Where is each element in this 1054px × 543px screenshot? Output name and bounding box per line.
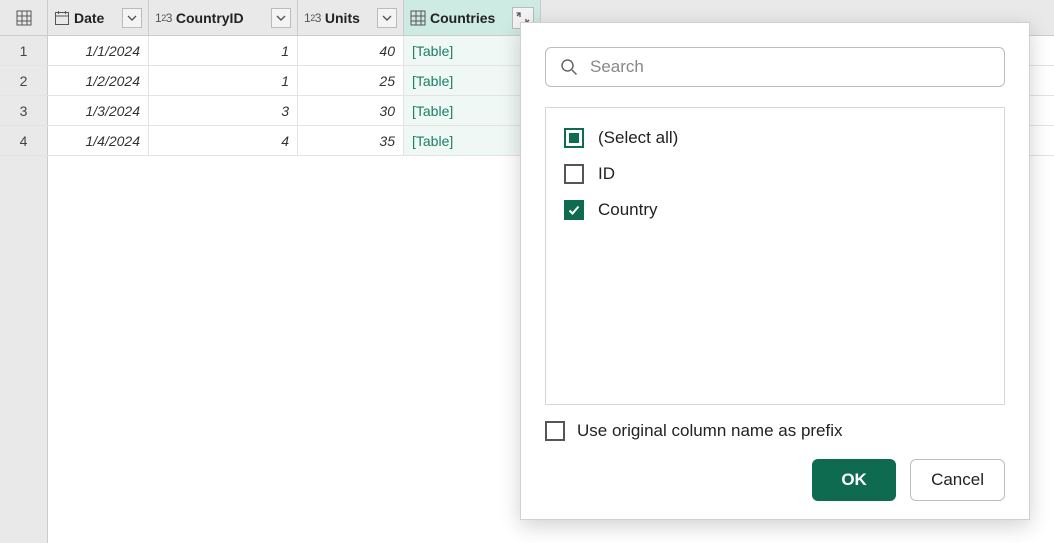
chevron-down-icon xyxy=(127,13,137,23)
option-label: Country xyxy=(598,200,658,220)
ok-button[interactable]: OK xyxy=(812,459,896,501)
expand-columns-popup: (Select all) ID Country Use original col… xyxy=(520,22,1030,520)
row-number[interactable]: 4 xyxy=(0,126,48,155)
number-type-icon: 123 xyxy=(304,11,321,25)
cell-countryid[interactable]: 4 xyxy=(149,126,298,155)
table-icon xyxy=(16,10,32,26)
prefix-option[interactable]: Use original column name as prefix xyxy=(545,421,1005,441)
option-country[interactable]: Country xyxy=(560,192,990,228)
column-filter-dropdown[interactable] xyxy=(377,8,397,28)
prefix-label: Use original column name as prefix xyxy=(577,421,843,441)
chevron-down-icon xyxy=(276,13,286,23)
checkbox-unchecked[interactable] xyxy=(564,164,584,184)
cell-countryid[interactable]: 1 xyxy=(149,66,298,95)
cell-countryid[interactable]: 1 xyxy=(149,36,298,65)
cell-units[interactable]: 35 xyxy=(298,126,404,155)
column-options-list: (Select all) ID Country xyxy=(545,107,1005,405)
dialog-buttons: OK Cancel xyxy=(545,459,1005,501)
column-header-date[interactable]: Date xyxy=(48,0,149,35)
checkbox-unchecked[interactable] xyxy=(545,421,565,441)
select-all-corner[interactable] xyxy=(0,0,48,35)
number-type-icon: 123 xyxy=(155,11,172,25)
column-header-countryid[interactable]: 123 CountryID xyxy=(149,0,298,35)
column-label: CountryID xyxy=(176,10,267,26)
cell-date[interactable]: 1/4/2024 xyxy=(48,126,149,155)
column-filter-dropdown[interactable] xyxy=(271,8,291,28)
cell-date[interactable]: 1/3/2024 xyxy=(48,96,149,125)
row-number[interactable]: 1 xyxy=(0,36,48,65)
check-icon xyxy=(567,203,581,217)
option-select-all[interactable]: (Select all) xyxy=(560,120,990,156)
cell-date[interactable]: 1/2/2024 xyxy=(48,66,149,95)
column-label: Units xyxy=(325,10,373,26)
row-number[interactable]: 3 xyxy=(0,96,48,125)
search-input[interactable] xyxy=(588,56,990,78)
cell-units[interactable]: 30 xyxy=(298,96,404,125)
row-header-gutter xyxy=(0,156,48,543)
option-label: ID xyxy=(598,164,615,184)
cell-date[interactable]: 1/1/2024 xyxy=(48,36,149,65)
cell-countryid[interactable]: 3 xyxy=(149,96,298,125)
checkbox-indeterminate[interactable] xyxy=(564,128,584,148)
row-number[interactable]: 2 xyxy=(0,66,48,95)
option-label: (Select all) xyxy=(598,128,678,148)
search-box[interactable] xyxy=(545,47,1005,87)
date-type-icon xyxy=(54,10,70,26)
chevron-down-icon xyxy=(382,13,392,23)
column-label: Date xyxy=(74,10,118,26)
cancel-button[interactable]: Cancel xyxy=(910,459,1005,501)
cell-units[interactable]: 40 xyxy=(298,36,404,65)
column-header-units[interactable]: 123 Units xyxy=(298,0,404,35)
search-icon xyxy=(560,58,578,76)
column-label: Countries xyxy=(430,10,508,26)
checkbox-checked[interactable] xyxy=(564,200,584,220)
option-id[interactable]: ID xyxy=(560,156,990,192)
cell-units[interactable]: 25 xyxy=(298,66,404,95)
column-filter-dropdown[interactable] xyxy=(122,8,142,28)
table-type-icon xyxy=(410,10,426,26)
